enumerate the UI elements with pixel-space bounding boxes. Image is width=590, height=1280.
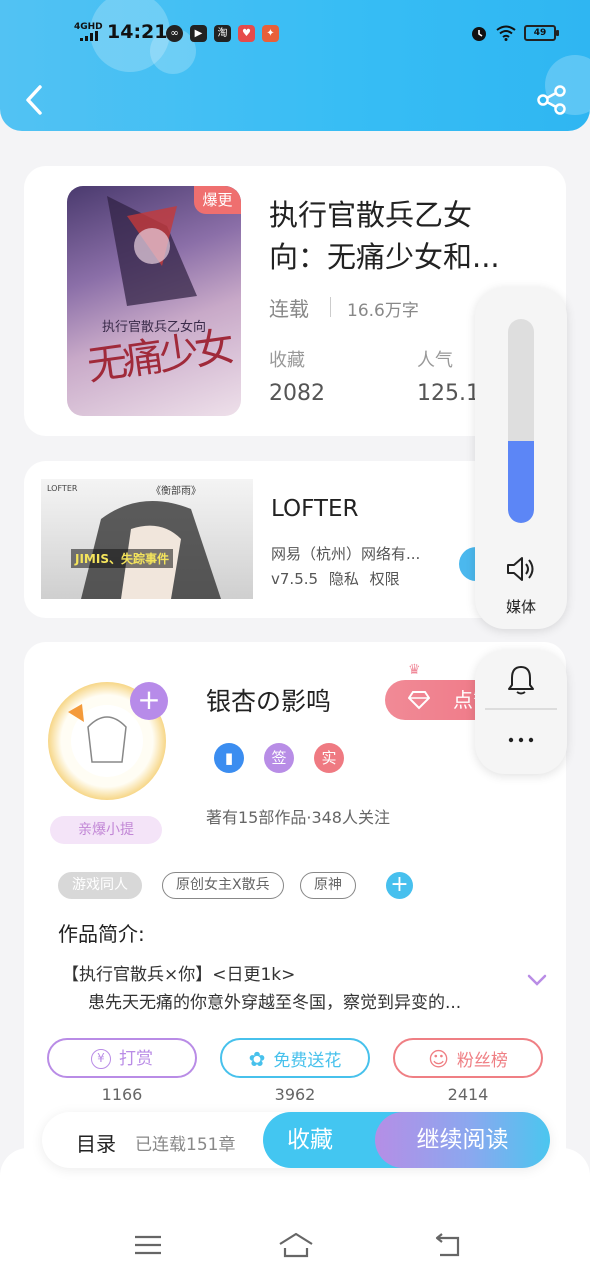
avatar-badge: 亲爆小提 [50, 816, 162, 844]
ad-privacy-link[interactable]: 隐私 [329, 570, 359, 588]
player-icon: ▶ [190, 25, 207, 42]
send-flower-label: 免费送花 [273, 1051, 342, 1071]
popularity-value: 125.1 [417, 381, 480, 406]
diamond-icon [408, 691, 430, 710]
share-button[interactable] [536, 84, 568, 116]
book-cover[interactable]: 爆更 执行官散兵乙女向 无痛少女 [67, 186, 241, 416]
intro-line-2: 患先天无痛的你意外穿越至冬国，察觉到异变的... [88, 993, 462, 1013]
author-stats: 著有15部作品·348人关注 [206, 808, 390, 827]
battery-indicator: 49 [524, 25, 559, 41]
ad-version-line: v7.5.5 隐私 权限 [271, 568, 400, 589]
book-title: 执行官散兵乙女向：无痛少女和... [269, 198, 500, 274]
volume-stream-label: 媒体 [505, 598, 536, 616]
intro-heading: 作品简介: [58, 922, 145, 946]
crown-icon: ♛ [408, 662, 421, 678]
speaker-icon[interactable] [505, 555, 537, 583]
wifi-icon [496, 25, 516, 41]
reading-action-bar: 目录 已连载151章 收藏 继续阅读 [42, 1112, 550, 1168]
volume-panel: 媒体 [475, 287, 567, 629]
flower-icon: ✿ [248, 1047, 266, 1071]
add-tag-button[interactable]: + [386, 872, 413, 899]
send-flower-button[interactable]: ✿ 免费送花 [220, 1038, 370, 1078]
realname-badge-icon: 实 [314, 743, 344, 773]
taobao-icon: 淘 [214, 25, 231, 42]
continue-reading-button[interactable]: 继续阅读 [375, 1112, 550, 1168]
divider [330, 297, 331, 317]
intro-line-1: 【执行官散兵×你】<日更1k> [62, 965, 296, 985]
chevron-down-icon[interactable] [526, 972, 548, 988]
back-button[interactable] [20, 82, 50, 118]
fans-rank-label: 粉丝榜 [456, 1051, 508, 1071]
yuan-icon: ¥ [91, 1049, 111, 1069]
tip-label: 打赏 [119, 1049, 153, 1069]
chapter-count: 已连载151章 [135, 1135, 236, 1155]
tip-button[interactable]: ¥ 打赏 [47, 1038, 197, 1078]
popularity-label: 人气 [417, 350, 453, 371]
clock: 14:21 [107, 21, 168, 43]
favorites-label: 收藏 [269, 350, 305, 371]
game-app-icon: ✦ [262, 25, 279, 42]
word-count: 16.6万字 [347, 301, 419, 321]
collect-label: 收藏 [287, 1127, 333, 1153]
home-icon[interactable] [277, 1230, 315, 1260]
ad-permissions-link[interactable]: 权限 [370, 570, 400, 588]
tag-chip[interactable]: 游戏同人 [58, 872, 142, 899]
volume-slider[interactable] [508, 319, 534, 523]
weibo-icon: ∞ [166, 25, 183, 42]
user-icon: ☺ [428, 1047, 449, 1071]
divider [485, 708, 557, 710]
alarm-icon [472, 27, 486, 41]
favorites-value: 2082 [269, 381, 325, 406]
ad-caption: JIMIS、失踪事件 [71, 549, 173, 568]
more-icon[interactable] [508, 736, 534, 744]
fans-count: 2414 [447, 1085, 489, 1104]
back-icon[interactable] [432, 1230, 464, 1260]
bell-icon[interactable] [507, 664, 535, 696]
heart-app-icon: ♥ [238, 25, 255, 42]
fans-rank-button[interactable]: ☺ 粉丝榜 [393, 1038, 543, 1078]
signal-icon [80, 31, 98, 41]
volume-level [508, 441, 534, 523]
update-tag: 爆更 [194, 186, 241, 214]
tag-chip[interactable]: 原创女主X散兵 [162, 872, 284, 899]
status-bar: 4GHD 14:21 ∞ ▶ 淘 ♥ ✦ 49 [0, 20, 590, 46]
signed-badge-icon: 签 [264, 743, 294, 773]
continue-reading-label: 继续阅读 [416, 1127, 509, 1153]
verified-badge-icon: ▮ [214, 743, 244, 773]
follow-plus-button[interactable]: + [130, 682, 168, 720]
toc-button[interactable]: 目录 [76, 1128, 116, 1157]
ad-publisher: 网易（杭州）网络有... [271, 545, 421, 563]
ad-illustration-icon [81, 501, 221, 599]
tip-count: 1166 [101, 1085, 143, 1104]
menu-icon[interactable] [132, 1230, 164, 1260]
flower-count: 3962 [274, 1085, 316, 1104]
ad-image[interactable]: LOFTER 《衡部雨》 JIMIS、失踪事件 [41, 479, 253, 599]
tag-chip[interactable]: 原神 [300, 872, 356, 899]
serial-status: 连载 [269, 297, 309, 321]
ringer-panel [475, 650, 567, 774]
top-header: 4GHD 14:21 ∞ ▶ 淘 ♥ ✦ 49 [0, 0, 590, 131]
ad-app-name: LOFTER [271, 496, 359, 522]
ad-version: v7.5.5 [271, 570, 319, 588]
author-name: 银杏の影鸣 [206, 687, 332, 716]
